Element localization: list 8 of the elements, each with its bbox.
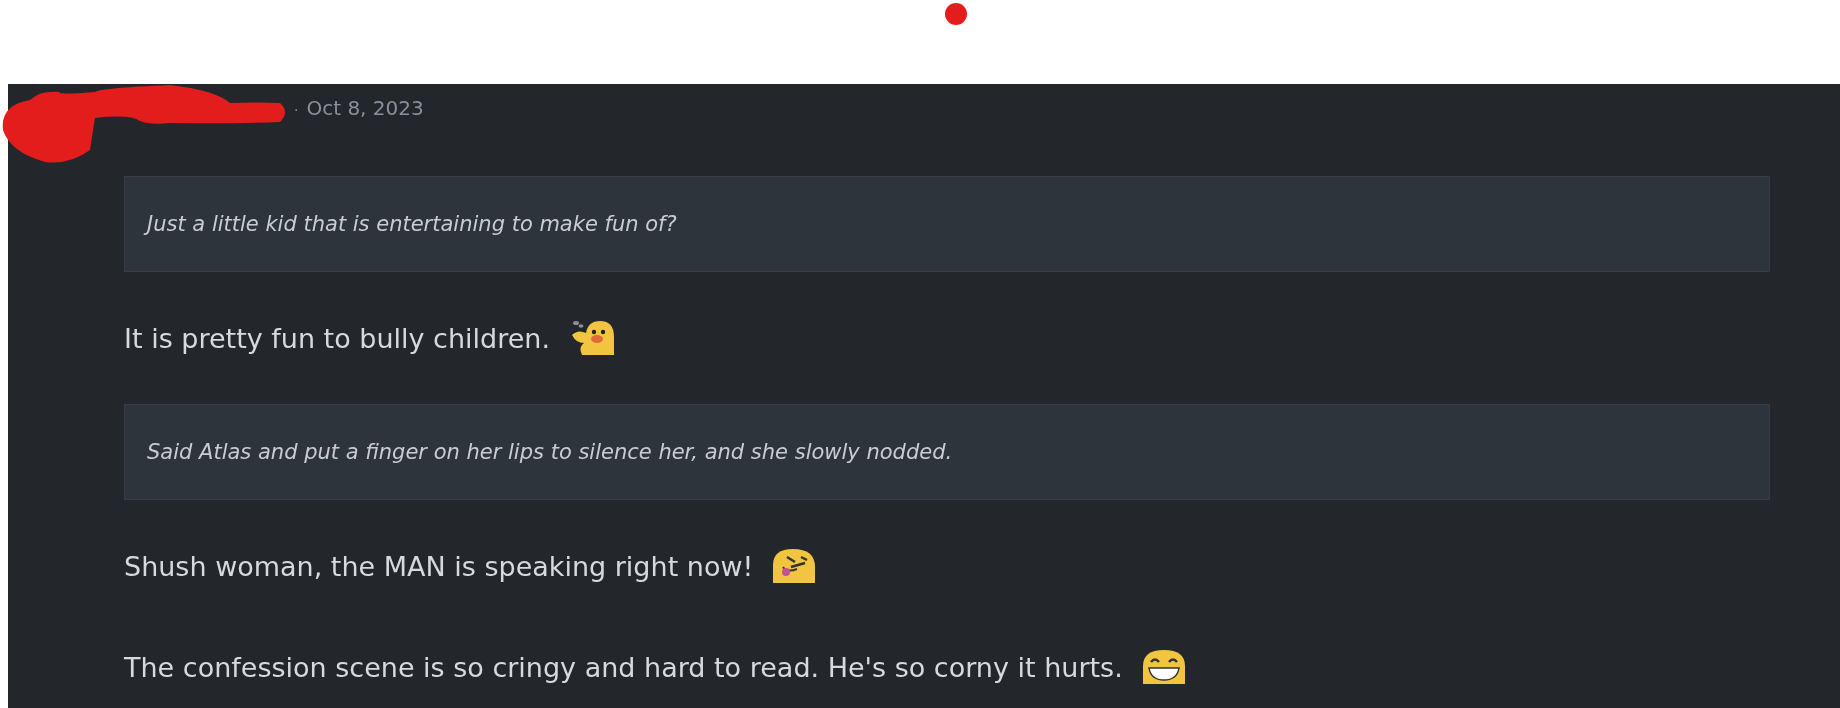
post-text: Shush woman, the MAN is speaking right now! bbox=[124, 550, 754, 582]
post-text: The confession scene is so cringy and hard to read. He's so corny it hurts. bbox=[124, 651, 1123, 683]
quote-block: Said Atlas and put a finger on her lips to silence her, and she slowly nodded. bbox=[124, 404, 1770, 500]
post-date: Oct 8, 2023 bbox=[306, 96, 424, 120]
post-text: It is pretty fun to bully children. bbox=[124, 322, 550, 354]
quote-block: Just a little kid that is entertaining to make fun of? bbox=[124, 176, 1770, 272]
marker-dot bbox=[944, 2, 968, 26]
separator-dot: · bbox=[294, 102, 299, 118]
